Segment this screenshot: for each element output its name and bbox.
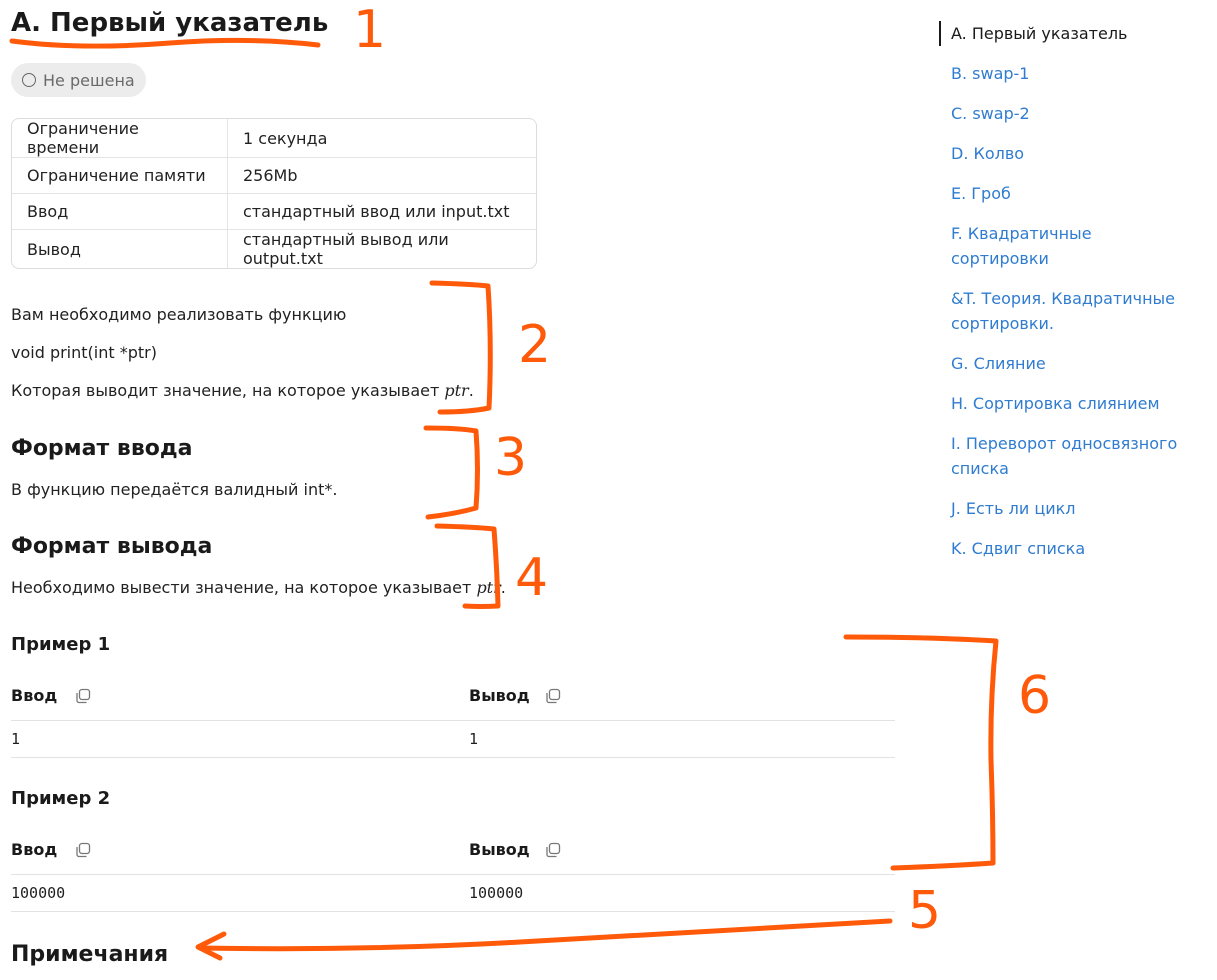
statement-line-1: Вам необходимо реализовать функцию [11, 305, 347, 324]
example-1-heading: Пример 1 [11, 634, 111, 655]
example-input-label: Ввод [11, 840, 58, 859]
annotation-label-1: 1 [353, 0, 386, 60]
table-row: Ввод стандартный ввод или input.txt [12, 194, 536, 230]
annotation-arrowhead [195, 931, 227, 961]
output-format-heading: Формат вывода [11, 534, 213, 559]
annotation-label-5: 5 [908, 881, 941, 941]
annotation-label-3: 3 [494, 428, 527, 488]
status-label: Не решена [43, 70, 135, 90]
statement-text: Которая выводит значение, на которое ука… [11, 381, 445, 400]
copy-icon[interactable] [75, 688, 91, 704]
math-variable: ptr [476, 578, 501, 597]
sidebar-item-a[interactable]: A. Первый указатель [939, 21, 1181, 46]
unsolved-circle-icon [22, 73, 36, 87]
limit-value: стандартный ввод или input.txt [228, 194, 536, 230]
example-output-label: Вывод [469, 840, 530, 859]
output-format-text: Необходимо вывести значение, на которое … [11, 578, 506, 597]
example-output-value[interactable]: 1 [469, 730, 478, 748]
input-format-heading: Формат ввода [11, 436, 193, 461]
limit-value: 256Mb [228, 158, 536, 194]
example-input-value[interactable]: 1 [11, 730, 20, 748]
table-row: Ограничение времени 1 секунда [12, 119, 536, 158]
sidebar-item-e[interactable]: E. Гроб [939, 181, 1181, 206]
annotation-label-6: 6 [1018, 666, 1051, 726]
math-variable: ptr [444, 381, 469, 400]
example-output-value[interactable]: 100000 [469, 884, 523, 902]
example-output-label: Вывод [469, 686, 530, 705]
sidebar-item-j[interactable]: J. Есть ли цикл [939, 496, 1181, 521]
example-input-label: Ввод [11, 686, 58, 705]
sidebar-item-h[interactable]: H. Сортировка слиянием [939, 391, 1181, 416]
limit-label: Ограничение памяти [12, 158, 228, 194]
copy-icon[interactable] [545, 842, 561, 858]
output-format-sentence: Необходимо вывести значение, на которое … [11, 578, 477, 597]
statement-line-3: Которая выводит значение, на которое ука… [11, 381, 474, 400]
status-badge: Не решена [11, 63, 146, 97]
sidebar-item-f[interactable]: F. Квадратичные сортировки [939, 221, 1181, 271]
example-2-heading: Пример 2 [11, 788, 111, 809]
example-1-header: Ввод Вывод [11, 680, 895, 716]
sidebar-item-b[interactable]: B. swap-1 [939, 61, 1181, 86]
notes-heading: Примечания [11, 942, 169, 967]
limit-value: 1 секунда [228, 119, 536, 158]
example-2-data-row: 100000 100000 [11, 874, 895, 912]
annotation-underline-1 [9, 37, 321, 49]
statement-signature: void print(int *ptr) [11, 343, 157, 362]
annotation-label-4: 4 [515, 548, 548, 608]
limit-label: Ввод [12, 194, 228, 230]
annotation-arrow-5 [197, 918, 893, 952]
sidebar-item-k[interactable]: K. Сдвиг списка [939, 536, 1181, 561]
sidebar-item-theory[interactable]: &T. Теория. Квадратичные сортировки. [939, 286, 1181, 336]
copy-icon[interactable] [545, 688, 561, 704]
sidebar-item-c[interactable]: C. swap-2 [939, 101, 1181, 126]
table-row: Вывод стандартный вывод или output.txt [12, 230, 536, 268]
sidebar-item-i[interactable]: I. Переворот односвязного списка [939, 431, 1181, 481]
annotation-label-2: 2 [518, 315, 551, 375]
sidebar-item-g[interactable]: G. Слияние [939, 351, 1181, 376]
input-format-text: В функцию передаётся валидный int*. [11, 480, 338, 499]
sidebar-item-d[interactable]: D. Колво [939, 141, 1181, 166]
example-1-data-row: 1 1 [11, 720, 895, 758]
copy-icon[interactable] [75, 842, 91, 858]
example-input-value[interactable]: 100000 [11, 884, 65, 902]
example-2-header: Ввод Вывод [11, 834, 895, 870]
annotation-bracket-3 [423, 425, 480, 520]
limit-label: Ограничение времени [12, 119, 228, 158]
limit-label: Вывод [12, 230, 228, 268]
limit-value: стандартный вывод или output.txt [243, 230, 449, 268]
limits-table: Ограничение времени 1 секунда Ограничени… [11, 118, 537, 269]
page-title: А. Первый указатель [11, 8, 329, 38]
table-row: Ограничение памяти 256Mb [12, 158, 536, 194]
